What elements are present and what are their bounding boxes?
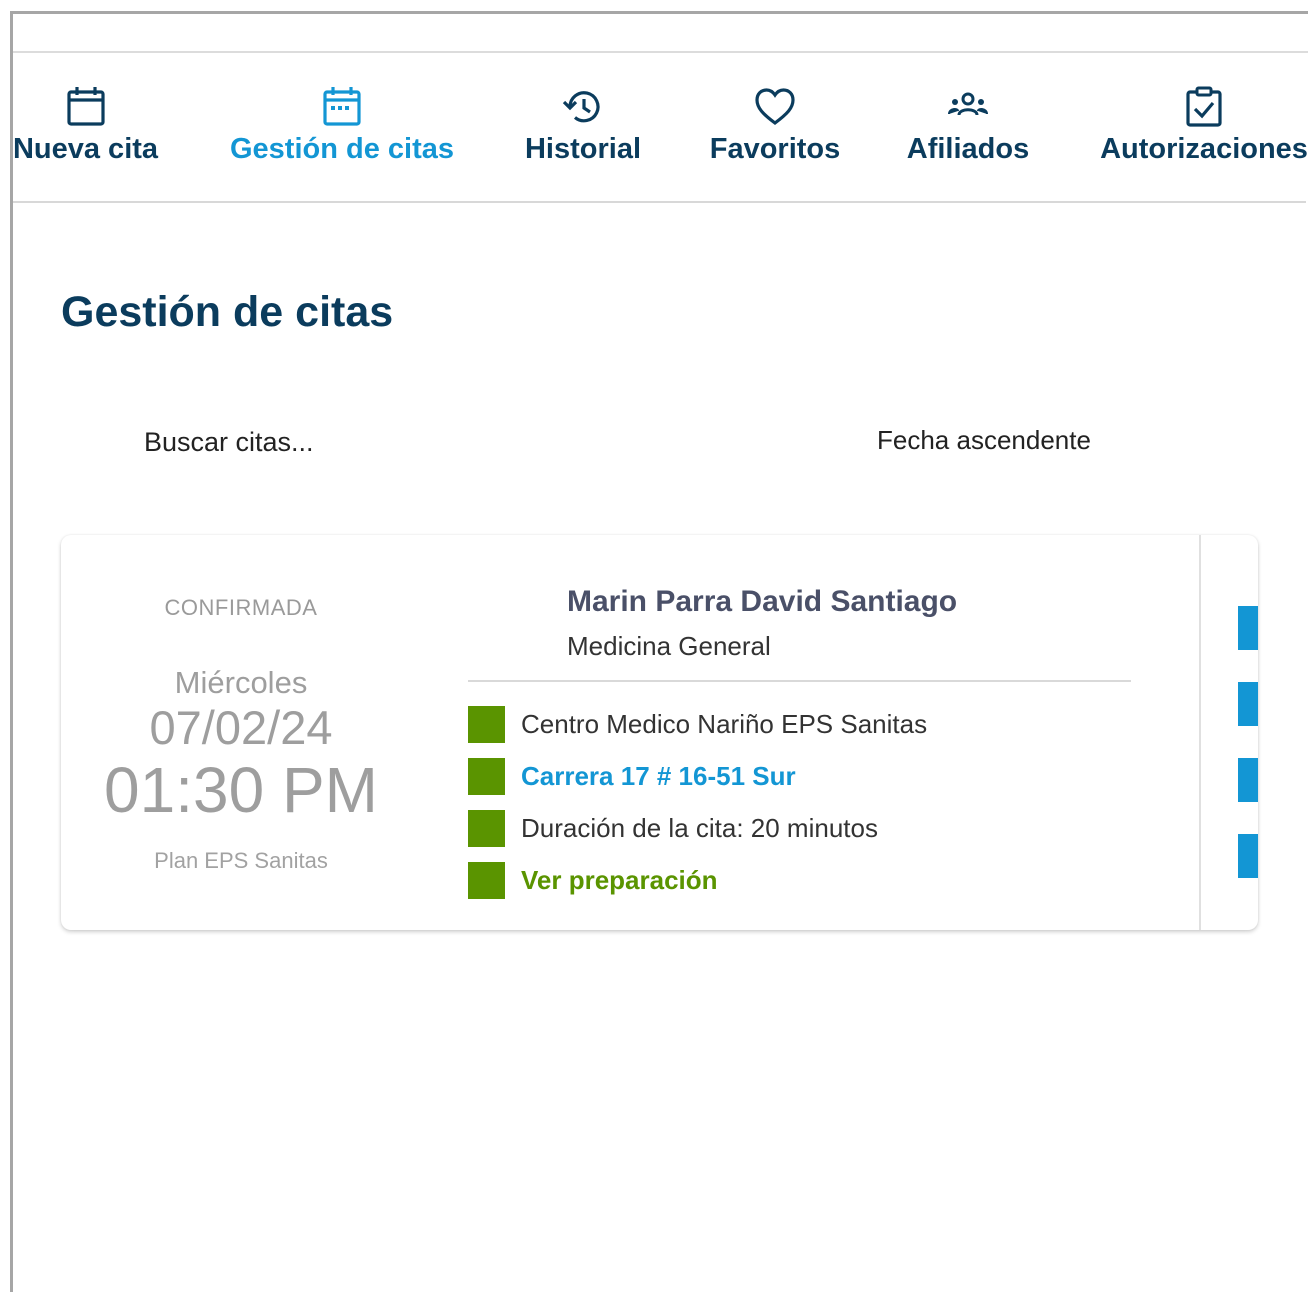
nav-label: Favoritos — [709, 133, 841, 165]
detail-preparation[interactable]: Ver preparación — [468, 862, 718, 899]
calendar-dots-icon — [323, 87, 361, 126]
nav-label: Historial — [524, 133, 642, 165]
frame-left-border — [10, 11, 13, 1292]
main-nav: Nueva cita Gestión de citas Historial Fa… — [13, 53, 1308, 201]
nav-divider — [13, 201, 1306, 203]
calendar-icon — [66, 87, 105, 126]
appointment-date: 07/02/24 — [149, 701, 333, 754]
specialty: Medicina General — [567, 631, 771, 661]
nav-label: Afiliados — [906, 133, 1030, 165]
action-button-1[interactable] — [1238, 606, 1258, 650]
nav-item-historial[interactable]: Historial — [518, 53, 648, 201]
nav-item-autorizaciones[interactable]: Autorizaciones — [1096, 53, 1308, 201]
nav-label: Nueva cita — [13, 133, 159, 165]
page-title: Gestión de citas — [61, 288, 394, 336]
preparation-link[interactable]: Ver preparación — [521, 865, 718, 896]
detail-duration: Duración de la cita: 20 minutos — [468, 810, 878, 847]
card-divider — [468, 680, 1131, 682]
users-group-icon — [948, 92, 988, 116]
duration-text: Duración de la cita: 20 minutos — [521, 813, 878, 843]
action-button-3[interactable] — [1238, 758, 1258, 802]
location-text: Centro Medico Nariño EPS Sanitas — [521, 709, 928, 739]
detail-location: Centro Medico Nariño EPS Sanitas — [468, 706, 927, 743]
nav-label: Gestión de citas — [229, 133, 455, 165]
appointment-time: 01:30 PM — [104, 754, 378, 826]
detail-address[interactable]: Carrera 17 # 16-51 Sur — [468, 758, 796, 795]
action-button-4[interactable] — [1238, 834, 1258, 878]
actions-divider — [1199, 535, 1201, 930]
frame-top-border — [10, 11, 1308, 14]
appointment-card: CONFIRMADA Miércoles 07/02/24 01:30 PM P… — [61, 535, 1258, 930]
appointment-weekday: Miércoles — [174, 665, 308, 700]
nav-label: Autorizaciones — [1100, 133, 1308, 165]
info-icon — [468, 862, 505, 899]
address-link[interactable]: Carrera 17 # 16-51 Sur — [521, 761, 796, 792]
search-input[interactable] — [130, 416, 718, 468]
nav-item-nueva-cita[interactable]: Nueva cita — [13, 53, 168, 201]
doctor-name: Marin Parra David Santiago — [567, 585, 958, 618]
appointment-plan: Plan EPS Sanitas — [154, 848, 328, 873]
status-badge: CONFIRMADA — [164, 595, 318, 620]
nav-item-gestion-de-citas[interactable]: Gestión de citas — [226, 53, 458, 201]
clock-icon — [468, 810, 505, 847]
nav-item-afiliados[interactable]: Afiliados — [903, 53, 1033, 201]
heart-icon — [755, 88, 795, 126]
map-pin-icon — [468, 758, 505, 795]
location-icon — [468, 706, 505, 743]
clipboard-check-icon — [1186, 86, 1222, 127]
action-button-2[interactable] — [1238, 682, 1258, 726]
sort-select[interactable]: Fecha ascendente — [877, 418, 1091, 462]
history-icon — [562, 91, 600, 123]
nav-item-favoritos[interactable]: Favoritos — [708, 53, 842, 201]
